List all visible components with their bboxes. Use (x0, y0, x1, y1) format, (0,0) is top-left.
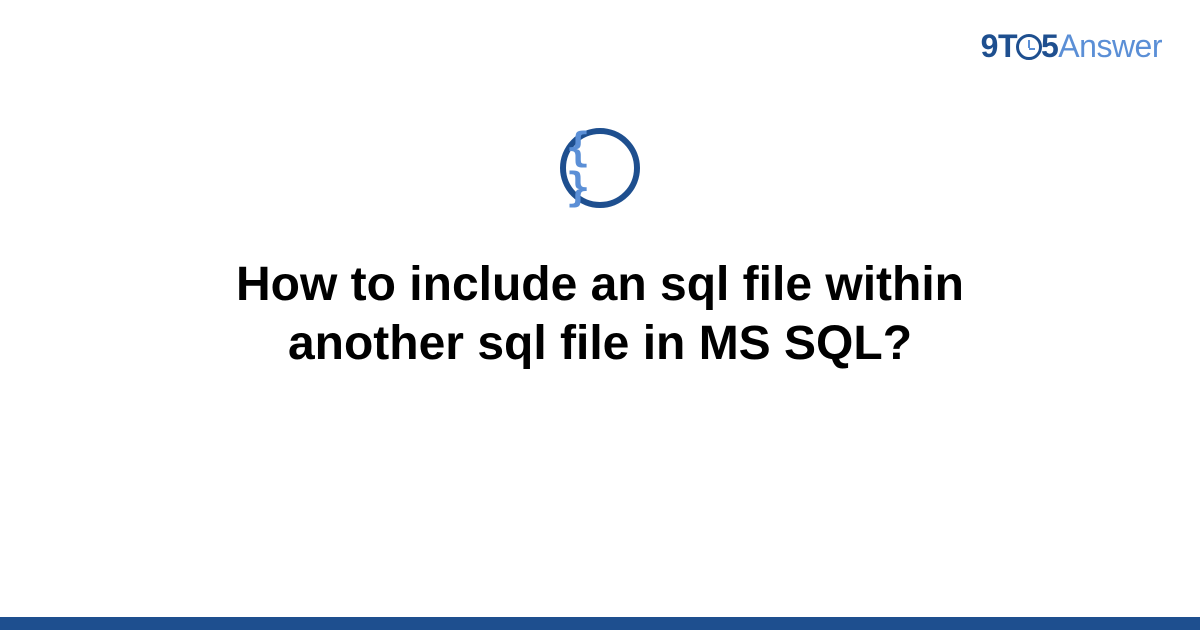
main-content: { } How to include an sql file within an… (0, 128, 1200, 373)
site-logo: 9T5Answer (981, 28, 1162, 65)
code-braces-icon: { } (566, 128, 634, 208)
logo-nine: 9 (981, 28, 998, 64)
logo-answer: Answer (1058, 28, 1162, 64)
clock-icon (1016, 34, 1042, 60)
footer-accent-bar (0, 617, 1200, 630)
logo-t: T (998, 28, 1017, 64)
logo-five: 5 (1041, 28, 1058, 64)
question-title: How to include an sql file within anothe… (150, 256, 1050, 373)
category-icon-circle: { } (560, 128, 640, 208)
